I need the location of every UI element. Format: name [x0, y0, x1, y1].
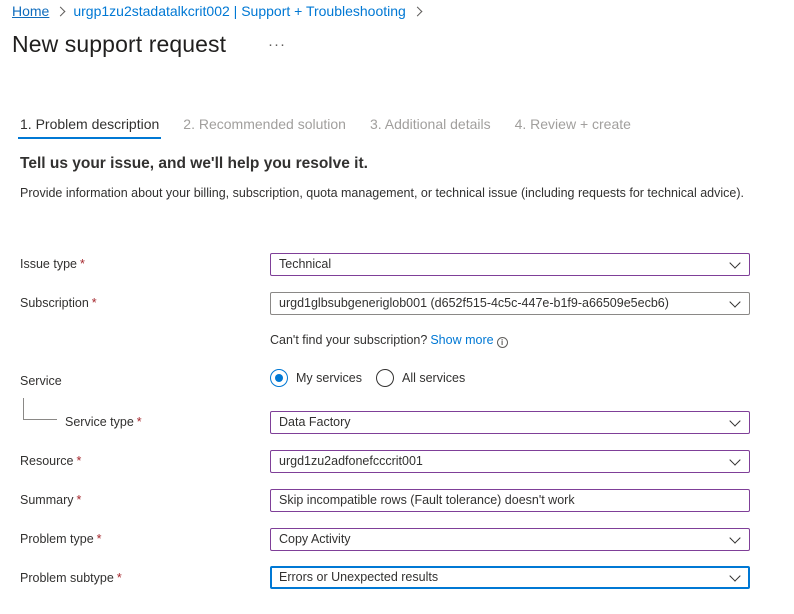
chevron-down-icon [729, 296, 741, 308]
service-type-dropdown[interactable]: Data Factory [270, 411, 750, 434]
service-type-value: Data Factory [279, 415, 351, 429]
subscription-label: Subscription * [20, 296, 97, 310]
problem-type-dropdown[interactable]: Copy Activity [270, 528, 750, 551]
ellipsis-icon[interactable]: ··· [268, 36, 286, 53]
subscription-dropdown[interactable]: urgd1glbsubgeneriglob001 (d652f515-4c5c-… [270, 292, 750, 315]
required-mark: * [76, 454, 82, 468]
required-mark: * [116, 571, 122, 585]
chevron-right-icon [412, 6, 423, 16]
issue-type-dropdown[interactable]: Technical [270, 253, 750, 276]
chevron-down-icon [729, 257, 741, 269]
summary-label: Summary * [20, 493, 82, 507]
required-mark: * [136, 415, 142, 429]
show-more-link[interactable]: Show more [430, 333, 493, 347]
chevron-down-icon [729, 415, 741, 427]
tab-recommended-solution[interactable]: 2. Recommended solution [183, 116, 346, 139]
subscription-hint-text: Can't find your subscription? [270, 333, 428, 347]
radio-my-services[interactable]: My services [270, 369, 362, 387]
tab-problem-description[interactable]: 1. Problem description [17, 116, 162, 139]
tab-review-create[interactable]: 4. Review + create [515, 116, 631, 139]
chevron-down-icon [729, 532, 741, 544]
problem-subtype-dropdown[interactable]: Errors or Unexpected results [270, 566, 750, 589]
resource-dropdown[interactable]: urgd1zu2adfonefcccrit001 [270, 450, 750, 473]
required-mark: * [76, 493, 82, 507]
service-type-label: Service type * [65, 415, 142, 429]
required-mark: * [91, 296, 97, 310]
required-mark: * [96, 532, 102, 546]
problem-type-value: Copy Activity [279, 532, 351, 546]
problem-subtype-value: Errors or Unexpected results [279, 570, 439, 584]
radio-unchecked-icon [375, 369, 394, 387]
tab-additional-details[interactable]: 3. Additional details [370, 116, 491, 139]
subscription-value: urgd1glbsubgeneriglob001 (d652f515-4c5c-… [279, 296, 669, 310]
chevron-right-icon [55, 6, 66, 16]
issue-type-label: Issue type * [20, 257, 85, 271]
page-title: New support request [12, 31, 227, 57]
breadcrumb: Home urgp1zu2stadatalkcrit002 | Support … [12, 2, 430, 20]
resource-value: urgd1zu2adfonefcccrit001 [279, 454, 423, 468]
subscription-hint: Can't find your subscription? Show more i [270, 333, 508, 348]
summary-input[interactable]: Skip incompatible rows (Fault tolerance)… [270, 489, 750, 512]
problem-subtype-label: Problem subtype * [20, 571, 122, 585]
resource-label: Resource * [20, 454, 82, 468]
breadcrumb-resource-link[interactable]: urgp1zu2stadatalkcrit002 | Support + Tro… [73, 3, 405, 19]
service-radio-group: My services All services [270, 369, 479, 387]
section-description: Provide information about your billing, … [20, 186, 744, 200]
wizard-tabs: 1. Problem description 2. Recommended so… [17, 116, 655, 139]
breadcrumb-home-link[interactable]: Home [12, 3, 49, 19]
summary-value: Skip incompatible rows (Fault tolerance)… [279, 493, 575, 507]
required-mark: * [79, 257, 85, 271]
tree-connector [23, 398, 57, 420]
radio-checked-icon [270, 369, 288, 387]
problem-type-label: Problem type * [20, 532, 102, 546]
info-icon[interactable]: i [496, 337, 508, 348]
service-label: Service [20, 374, 62, 388]
chevron-down-icon [729, 570, 741, 582]
chevron-down-icon [729, 454, 741, 466]
section-heading: Tell us your issue, and we'll help you r… [20, 155, 368, 172]
radio-all-services[interactable]: All services [375, 369, 465, 387]
issue-type-value: Technical [279, 257, 332, 271]
